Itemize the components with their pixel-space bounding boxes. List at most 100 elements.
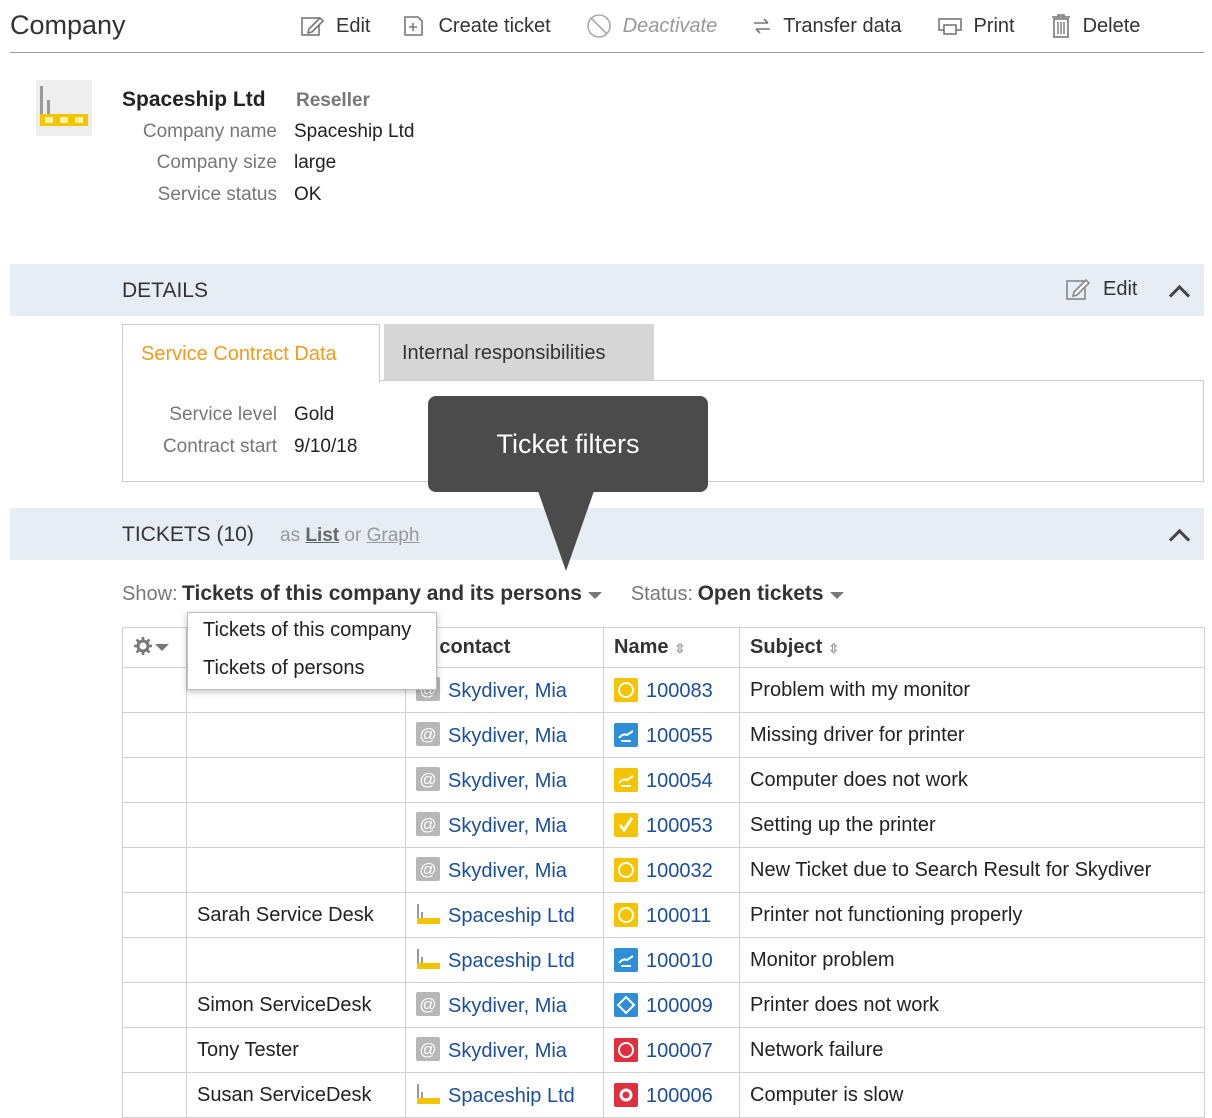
ticket-link[interactable]: 100055 [646,725,713,747]
status-filter-select[interactable]: Open tickets [698,582,844,605]
delete-icon [1051,14,1070,38]
row-select-cell[interactable] [122,847,187,893]
table-row[interactable]: Spaceship Ltd 100010 Monitor problem [122,937,1205,983]
table-row[interactable]: Simon ServiceDesk @ Skydiver, Mia 100009 Pri… [122,982,1205,1028]
dropdown-option-company-tickets[interactable]: Tickets of this company [203,619,411,642]
ticket-name-cell: 100054 [603,757,740,803]
contact-link[interactable]: Spaceship Ltd [448,1085,575,1107]
print-icon [938,18,963,35]
contact-link[interactable]: Spaceship Ltd [448,905,575,927]
ticket-link[interactable]: 100053 [646,815,713,837]
print-button[interactable]: Print [937,15,1015,38]
header-divider [10,52,1204,53]
company-icon [417,904,440,924]
edit-label: Edit [336,14,371,37]
collapse-details-icon[interactable] [1168,284,1191,307]
table-row[interactable]: Tony Tester @ Skydiver, Mia 100007 Network f… [122,1027,1205,1073]
delete-button[interactable]: Delete [1049,13,1140,39]
tab-internal-responsibilities[interactable]: Internal responsibilities [384,324,654,380]
ticket-name-cell: 100053 [603,802,740,848]
collapse-tickets-icon[interactable] [1168,528,1191,551]
view-list-link[interactable]: List [305,525,339,546]
ticket-filter-bar: Show: Tickets of this company and its pe… [122,582,844,606]
field-label: Service status [157,184,277,205]
page-title: Company [10,10,126,40]
deactivate-button[interactable]: Deactivate [585,12,718,40]
svg-text:@: @ [419,860,436,879]
dropdown-option-person-tickets[interactable]: Tickets of persons [203,657,365,680]
contact-cell: @ Skydiver, Mia [405,1027,604,1073]
contact-cell: @ Skydiver, Mia [405,757,604,803]
gear-icon [134,637,152,655]
chevron-down-icon [829,592,844,600]
tickets-section-header: TICKETS (10) as List or Graph [10,508,1204,560]
ticket-status-hand-icon [614,767,638,792]
row-select-cell[interactable] [122,1072,187,1118]
ticket-name-cell: 100010 [603,937,740,983]
ticket-link[interactable]: 100054 [646,770,713,792]
person-icon: @ [416,722,440,746]
view-prefix: as [280,525,301,546]
ticket-status-diamond-icon [614,992,638,1017]
ticket-link[interactable]: 100032 [646,860,713,882]
row-select-cell[interactable] [122,667,187,713]
ticket-link[interactable]: 100006 [646,1085,713,1107]
row-select-cell[interactable] [122,937,187,983]
table-row[interactable]: @ Skydiver, Mia 100053 Setting up the print… [122,802,1205,848]
chevron-down-icon [587,592,602,600]
ticket-link[interactable]: 100007 [646,1040,713,1062]
column-header-name[interactable]: Name ⇳ [603,627,740,668]
contact-link[interactable]: Skydiver, Mia [448,995,567,1017]
view-graph-link[interactable]: Graph [367,525,420,546]
subject-cell: Missing driver for printer [739,712,1205,758]
contact-link[interactable]: Skydiver, Mia [448,1040,567,1062]
row-select-cell[interactable] [122,982,187,1028]
ticket-status-circle-icon [614,857,638,882]
table-row[interactable]: @ Skydiver, Mia 100054 Computer does not wo… [122,757,1205,803]
row-select-cell[interactable] [122,892,187,938]
row-select-cell[interactable] [122,712,187,758]
contact-link[interactable]: Skydiver, Mia [448,860,567,882]
column-header-subject[interactable]: Subject ⇳ [739,627,1205,668]
create-ticket-button[interactable]: Create ticket [402,14,551,38]
tab-service-contract-data[interactable]: Service Contract Data [122,324,380,383]
subject-cell: Computer is slow [739,1072,1205,1118]
edit-button[interactable]: Edit [300,15,370,38]
ticket-status-check-icon [614,812,638,837]
show-filter-value: Tickets of this company and its persons [182,582,582,605]
company-icon [417,949,440,969]
row-select-cell[interactable] [122,1027,187,1073]
person-icon: @ [416,1037,440,1061]
transfer-data-button[interactable]: Transfer data [751,15,901,38]
sort-icon: ⇳ [828,641,840,656]
column-settings-button[interactable] [122,627,187,668]
responsible-cell: Susan ServiceDesk [186,1072,406,1118]
contact-link[interactable]: Skydiver, Mia [448,725,567,747]
table-row[interactable]: Susan ServiceDesk Spaceship Ltd 100006 Comp… [122,1072,1205,1118]
contact-link[interactable]: Skydiver, Mia [448,680,567,702]
contact-link[interactable]: Skydiver, Mia [448,815,567,837]
table-row[interactable]: @ Skydiver, Mia 100055 Missing driver for p… [122,712,1205,758]
ticket-link[interactable]: 100011 [646,905,711,927]
subject-cell: Monitor problem [739,937,1205,983]
ticket-link[interactable]: 100083 [646,680,713,702]
contact-link[interactable]: Skydiver, Mia [448,770,567,792]
deactivate-label: Deactivate [622,14,718,37]
row-select-cell[interactable] [122,802,187,848]
details-section-header: DETAILS Edit [10,264,1204,316]
contact-cell: Spaceship Ltd [405,937,604,983]
details-edit-button[interactable]: Edit [1065,277,1137,301]
row-select-cell[interactable] [122,757,187,803]
ticket-link[interactable]: 100009 [646,995,713,1017]
tab-label: Internal responsibilities [402,342,606,364]
table-row[interactable]: Sarah Service Desk Spaceship Ltd 100011 Pri… [122,892,1205,938]
contact-cell: @ Skydiver, Mia [405,712,604,758]
person-icon: @ [416,992,440,1016]
contact-link[interactable]: Spaceship Ltd [448,950,575,972]
show-filter-select[interactable]: Tickets of this company and its persons [182,582,602,605]
tickets-title: TICKETS (10) [122,523,254,546]
subject-cell: Problem with my monitor [739,667,1205,713]
sort-icon: ⇳ [674,641,686,656]
table-row[interactable]: @ Skydiver, Mia 100032 New Ticket due to Se… [122,847,1205,893]
ticket-link[interactable]: 100010 [646,950,713,972]
